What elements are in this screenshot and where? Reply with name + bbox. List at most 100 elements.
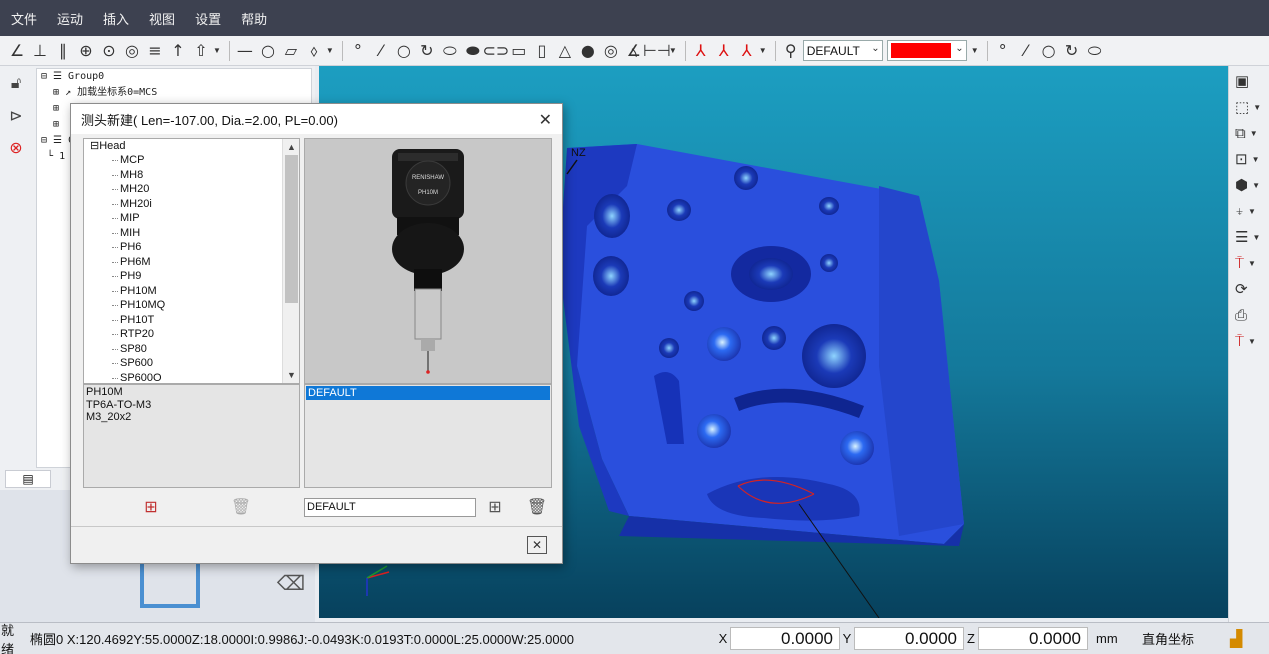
crosshair-icon[interactable]: ⊕ [75,40,97,62]
plane-feature-icon[interactable]: ⬬ [462,40,484,62]
dropdown-arrow-icon[interactable]: ▼ [669,46,677,55]
tip-name-input[interactable]: DEFAULT [304,498,476,517]
dropdown-arrow-icon[interactable]: ▼ [326,46,334,55]
axis-red-icon[interactable]: ⅄ [713,40,735,62]
head-item[interactable]: PH9 [84,269,299,284]
head-item[interactable]: PH6M [84,255,299,270]
list-item[interactable]: TP6A-TO-M3 [86,399,297,412]
close-icon[interactable]: ✕ [539,110,552,130]
circle-feature-icon[interactable]: ○ [393,40,415,62]
head-item[interactable]: PH10M [84,284,299,299]
sphere-icon[interactable]: ● [577,40,599,62]
head-item[interactable]: MIP [84,211,299,226]
tree-tab[interactable]: ▤ [5,470,51,488]
cone-icon[interactable]: △ [554,40,576,62]
menu-help[interactable]: 帮助 [238,7,270,30]
cad-icon[interactable]: ⬚ ▼ [1235,96,1265,118]
list-item[interactable]: M3_20x2 [86,411,297,424]
parallelogram-icon[interactable]: ▱ [280,40,302,62]
delete-tip-icon[interactable]: 🗑︎ [525,496,549,518]
probe-icon[interactable]: ⍖ ▼ [1235,200,1265,222]
stack-icon[interactable]: ☰ ▼ [1235,226,1265,248]
head-item[interactable]: SP600 [84,356,299,371]
menu-settings[interactable]: 设置 [192,7,224,30]
parallel-icon[interactable]: ∥ [52,40,74,62]
dropdown-arrow-icon[interactable]: ▼ [971,46,979,55]
coord-mode[interactable]: 直角坐标 [1128,629,1214,648]
torus-icon[interactable]: ◎ [600,40,622,62]
perpendicular-icon[interactable]: ⊥ [29,40,51,62]
probe-tip-icon[interactable]: ⍑ ▼ [1235,330,1265,352]
arrow-up-outline-icon[interactable]: ⇧ [190,40,212,62]
scroll-up-icon[interactable]: ▲ [283,139,299,155]
dropdown-arrow-icon[interactable]: ▼ [213,46,221,55]
head-item[interactable]: SP80 [84,342,299,357]
head-item[interactable]: MH20 [84,182,299,197]
point-icon[interactable]: ° [347,40,369,62]
menu-motion[interactable]: 运动 [54,7,86,30]
eraser-icon[interactable]: ⌫ [277,570,305,596]
line-icon[interactable]: — [234,40,256,62]
tip-list[interactable]: DEFAULT [304,384,552,488]
stop-icon[interactable]: ⊗ [4,136,28,160]
head-item[interactable]: MH8 [84,168,299,183]
scroll-thumb[interactable] [285,155,298,303]
cube-view-icon[interactable]: ⧉ ▼ [1235,122,1265,144]
angle-icon[interactable]: ∠ [6,40,28,62]
head-item[interactable]: RTP20 [84,327,299,342]
head-item[interactable]: MIH [84,226,299,241]
lock-icon[interactable]: 🔓︎ [4,72,28,96]
ellipse-arrow-icon[interactable]: ⬨ [303,40,325,62]
concentric-icon[interactable]: ◎ [121,40,143,62]
axis-icon[interactable]: ⅄ [690,40,712,62]
point-icon[interactable]: ° [992,40,1014,62]
add-tip-icon[interactable]: ⊞ [483,496,507,518]
line-feature-icon[interactable]: ⁄ [1015,40,1037,62]
arc-feature-icon[interactable]: ↻ [1061,40,1083,62]
scrollbar[interactable]: ▲ ▼ [282,139,299,383]
ellipse-feature-icon[interactable]: ⬭ [1084,40,1106,62]
render-icon[interactable]: ⊡ ▼ [1235,148,1265,170]
ellipse-feature-icon[interactable]: ⬭ [439,40,461,62]
play-icon[interactable]: ⊳ [4,104,28,128]
head-item[interactable]: PH10T [84,313,299,328]
machine-icon[interactable]: ▟ [1214,629,1254,649]
slot-feature-icon[interactable]: ⊂⊃ [482,40,509,62]
list-item-selected[interactable]: DEFAULT [306,386,550,400]
menu-file[interactable]: 文件 [8,7,40,30]
probe-red-icon[interactable]: ⍑ ▼ [1235,252,1265,274]
color-select[interactable]: ⌄ [886,40,967,61]
arc-feature-icon[interactable]: ↻ [416,40,438,62]
head-item[interactable]: SP600O [84,371,299,383]
head-item[interactable]: PH10MQ [84,298,299,313]
head-tree[interactable]: ⊟Head MCP MH8 MH20 MH20i MIP MIH PH6 PH6M PH9 PH1… [83,138,300,384]
menu-insert[interactable]: 插入 [100,7,132,30]
equal-icon[interactable]: ≡ [144,40,166,62]
add-component-icon[interactable]: ⊞ [139,496,163,518]
circle-icon[interactable]: ○ [257,40,279,62]
axis-translate-icon[interactable]: ⅄ [736,40,758,62]
list-item[interactable]: PH10M [86,386,297,399]
head-item[interactable]: MH20i [84,197,299,212]
tree-root[interactable]: ⊟Head [84,139,299,153]
confirm-close-icon[interactable]: ✕ [527,536,547,554]
dropdown-arrow-icon[interactable]: ▼ [759,46,767,55]
cylinder-icon[interactable]: ▯ [531,40,553,62]
tree-row[interactable]: ⊞ ↗ 加载坐标系0=MCS [37,85,311,101]
save-icon[interactable]: ⎙ [1235,304,1265,326]
scroll-down-icon[interactable]: ▼ [283,367,299,383]
circle-point-icon[interactable]: ⊙ [98,40,120,62]
angle-measure-icon[interactable]: ∡ [623,40,645,62]
tree-row[interactable]: ⊟ ☰ Group0 [37,69,311,85]
view-window-icon[interactable]: ▣ [1235,70,1265,92]
delete-component-icon[interactable]: 🗑︎ [229,496,253,518]
head-item[interactable]: PH6 [84,240,299,255]
line-feature-icon[interactable]: ⁄ [370,40,392,62]
circle-feature-icon[interactable]: ○ [1038,40,1060,62]
probe-config-list[interactable]: PH10M TP6A-TO-M3 M3_20x2 [83,384,300,488]
solid-cube-icon[interactable]: ⬢ ▼ [1235,174,1265,196]
menu-view[interactable]: 视图 [146,7,178,30]
head-item[interactable]: MCP [84,153,299,168]
distance-icon[interactable]: ⊢⊣ [643,40,671,62]
rotate-icon[interactable]: ⟳ [1235,278,1265,300]
